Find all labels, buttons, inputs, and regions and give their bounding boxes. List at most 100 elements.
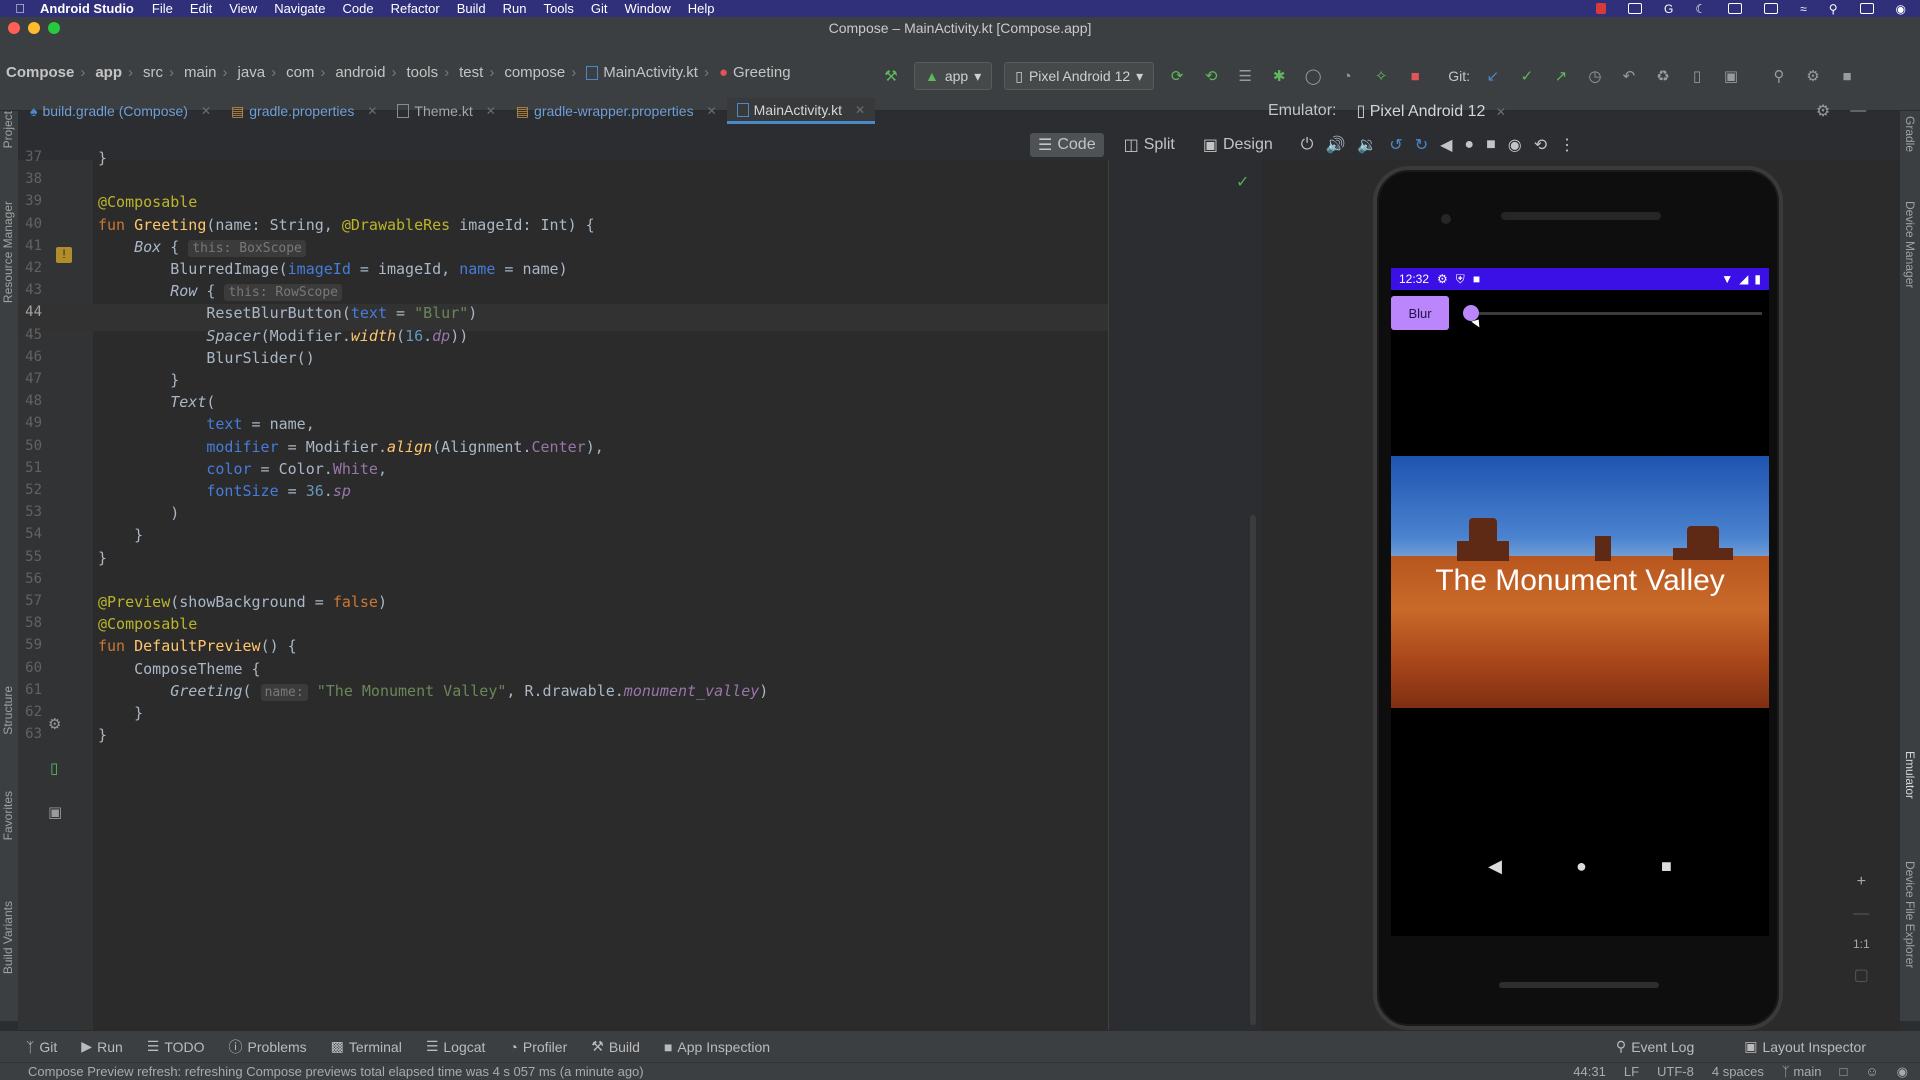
logcat-tool-button[interactable]: ☰ Logcat	[426, 1038, 486, 1055]
todo-tool-button[interactable]: ☰ TODO	[147, 1038, 205, 1055]
git-branch[interactable]: ᛉ main	[1782, 1064, 1822, 1080]
breadcrumb-src[interactable]: src	[143, 64, 163, 81]
lock-icon[interactable]: □	[1840, 1064, 1848, 1080]
wifi-icon[interactable]: ≈	[1800, 2, 1807, 16]
minimize-window-button[interactable]	[28, 22, 40, 34]
caret-position[interactable]: 44:31	[1573, 1064, 1606, 1080]
rotate-left-icon[interactable]: ↺	[1389, 135, 1402, 155]
more-icon[interactable]: ⋮	[1559, 135, 1575, 155]
gear-icon[interactable]: ⚙	[1816, 101, 1830, 121]
zoom-in-icon[interactable]: +	[1857, 873, 1866, 891]
close-icon[interactable]: ✕	[486, 104, 496, 118]
git-push-icon[interactable]: ↗	[1550, 65, 1572, 87]
profile-icon[interactable]: ◯	[1302, 65, 1324, 87]
breadcrumb-test[interactable]: test	[459, 64, 483, 81]
device-manager-tab[interactable]: Device Manager	[1903, 201, 1917, 288]
overview-icon[interactable]: ■	[1661, 856, 1672, 877]
file-encoding[interactable]: UTF-8	[1657, 1064, 1694, 1080]
breadcrumb-tools[interactable]: tools	[406, 64, 438, 81]
google-icon[interactable]: G	[1664, 2, 1673, 16]
device-file-explorer-tab[interactable]: Device File Explorer	[1903, 861, 1917, 968]
menu-edit[interactable]: Edit	[190, 1, 212, 16]
close-window-button[interactable]	[8, 22, 20, 34]
apply-code-changes-icon[interactable]: ⟲	[1200, 65, 1222, 87]
tab-mainactivity[interactable]: MainActivity.kt ✕	[726, 98, 876, 124]
code-editor[interactable]: 37} 38 39 @Composable 40 fun Greeting(name: S…	[18, 149, 1108, 1030]
terminal-tool-button[interactable]: ▩ Terminal	[331, 1038, 402, 1055]
tab-emulator-device[interactable]: ▯ Pixel Android 12 ✕	[1356, 101, 1505, 121]
rollback-icon[interactable]: ↶	[1618, 65, 1640, 87]
overview-icon[interactable]: ■	[1486, 136, 1496, 154]
account-icon[interactable]: ■	[1836, 65, 1858, 87]
code-line[interactable]: 63}	[18, 726, 1108, 753]
breadcrumb-android[interactable]: android	[335, 64, 385, 81]
emulator-tab[interactable]: Emulator	[1903, 751, 1917, 799]
volume-up-icon[interactable]: 🔊	[1325, 135, 1345, 155]
tab-gradle-wrapper[interactable]: ▤ gradle-wrapper.properties ✕	[506, 98, 727, 124]
menu-file[interactable]: File	[152, 1, 173, 16]
attach-icon[interactable]: ✧	[1370, 65, 1392, 87]
image-icon[interactable]: ▣	[48, 803, 62, 821]
favorites-tab[interactable]: Favorites	[1, 791, 15, 840]
menu-code[interactable]: Code	[343, 1, 374, 16]
menu-run[interactable]: Run	[503, 1, 527, 16]
zoom-out-icon[interactable]: —	[1853, 905, 1869, 923]
run-tool-button[interactable]: ▶ Run	[81, 1038, 122, 1055]
build-tool-button[interactable]: ⚒ Build	[591, 1038, 640, 1055]
app-menu[interactable]: Android Studio	[40, 1, 134, 16]
close-icon[interactable]: ✕	[855, 103, 865, 117]
record-icon[interactable]	[1596, 3, 1607, 14]
battery-icon[interactable]	[1764, 3, 1779, 14]
resource-manager-tab[interactable]: Resource Manager	[1, 201, 15, 303]
sync-gradle-icon[interactable]: ♻	[1652, 65, 1674, 87]
close-icon[interactable]: ✕	[1496, 105, 1506, 119]
menu-git[interactable]: Git	[591, 1, 608, 16]
event-log-button[interactable]: ⚲ Event Log	[1616, 1038, 1694, 1055]
notifications-icon[interactable]: ◉	[1897, 1064, 1908, 1080]
minimize-panel-icon[interactable]: —	[1850, 102, 1866, 120]
attach-debugger-icon[interactable]: ◔	[1336, 65, 1358, 87]
breadcrumb-project[interactable]: Compose	[6, 64, 74, 81]
home-icon[interactable]: ●	[1464, 136, 1474, 154]
editor-scrollbar[interactable]	[1250, 515, 1256, 1025]
menu-navigate[interactable]: Navigate	[274, 1, 325, 16]
build-variants-tab[interactable]: Build Variants	[1, 901, 15, 974]
rotate-right-icon[interactable]: ↻	[1415, 135, 1428, 155]
menu-tools[interactable]: Tools	[544, 1, 574, 16]
git-commit-icon[interactable]: ✓	[1516, 65, 1538, 87]
window-icon[interactable]	[1728, 3, 1743, 14]
coverage-icon[interactable]: ☰	[1234, 65, 1256, 87]
back-icon[interactable]: ◀	[1488, 856, 1502, 877]
project-panel-tab[interactable]: Project	[1, 111, 15, 148]
camera-icon[interactable]: ◉	[1508, 135, 1522, 155]
tab-gradle-properties[interactable]: ▤ gradle.properties ✕	[221, 98, 387, 124]
preview-run-icon[interactable]: ▯	[50, 759, 58, 777]
status-message[interactable]: Compose Preview refresh: refreshing Comp…	[28, 1064, 644, 1079]
problems-tool-button[interactable]: ⓘ Problems	[229, 1037, 307, 1057]
git-update-icon[interactable]: ↙	[1482, 65, 1504, 87]
structure-tab[interactable]: Structure	[1, 686, 15, 735]
back-icon[interactable]: ◀	[1440, 135, 1452, 155]
layout-inspector-button[interactable]: ▣ Layout Inspector	[1744, 1038, 1866, 1055]
gear-icon[interactable]: ⚙	[48, 715, 61, 733]
zoom-actual-size-button[interactable]: 1:1	[1853, 937, 1870, 951]
menu-build[interactable]: Build	[457, 1, 486, 16]
power-icon[interactable]: ⏻	[1301, 136, 1314, 154]
line-separator[interactable]: LF	[1624, 1064, 1639, 1080]
history-icon[interactable]: ◷	[1584, 65, 1606, 87]
control-center-icon[interactable]	[1859, 3, 1874, 14]
breadcrumb-java[interactable]: java	[238, 64, 266, 81]
close-icon[interactable]: ✕	[707, 104, 717, 118]
gear-icon[interactable]: ⚙	[1802, 65, 1824, 87]
hammer-icon[interactable]: ⚒	[880, 65, 902, 87]
apple-icon[interactable]: 	[0, 1, 40, 16]
snapshot-icon[interactable]: ⟲	[1534, 135, 1547, 155]
avd-manager-icon[interactable]: ▯	[1686, 65, 1708, 87]
breadcrumb-function[interactable]: Greeting	[733, 64, 791, 81]
debug-icon[interactable]: ✱	[1268, 65, 1290, 87]
design-mode-button[interactable]: ▣ Design	[1195, 133, 1281, 157]
phone-screen[interactable]: 12:32 ⚙ ⛨ ■ ▼ ◢ ▮ Blur The Monument Vall…	[1391, 268, 1769, 936]
zoom-fit-icon[interactable]: ▢	[1854, 965, 1869, 985]
blur-slider-track[interactable]	[1467, 312, 1762, 315]
breadcrumb-compose[interactable]: compose	[504, 64, 565, 81]
